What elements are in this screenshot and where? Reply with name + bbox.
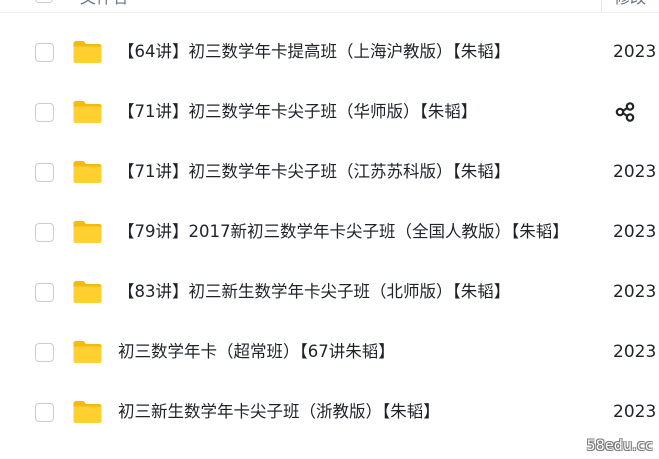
select-all-checkbox[interactable] <box>35 0 53 3</box>
file-modified-date: 2023 <box>613 42 657 62</box>
folder-icon <box>73 281 102 303</box>
row-checkbox[interactable] <box>35 223 54 242</box>
row-checkbox[interactable] <box>35 43 54 62</box>
folder-icon <box>73 101 102 123</box>
file-row[interactable]: 【79讲】2017新初三数学年卡尖子班（全国人教版）【朱韬】 2023 <box>0 202 659 262</box>
file-name[interactable]: 【64讲】初三数学年卡提高班（上海沪教版）【朱韬】 <box>118 41 586 63</box>
row-checkbox[interactable] <box>35 283 54 302</box>
row-checkbox[interactable] <box>35 403 54 422</box>
file-row[interactable]: 【71讲】初三数学年卡尖子班（江苏苏科版）【朱韬】 2023 <box>0 142 659 202</box>
file-row[interactable]: 【64讲】初三数学年卡提高班（上海沪教版）【朱韬】 2023 <box>0 22 659 82</box>
folder-icon <box>73 221 102 243</box>
column-header-modified[interactable]: 修改 <box>614 0 646 8</box>
file-modified-date: 2023 <box>613 402 657 422</box>
file-list-header: 文件名 修改 <box>0 0 659 13</box>
file-list: 【64讲】初三数学年卡提高班（上海沪教版）【朱韬】 2023 【71讲】初三数学… <box>0 22 659 442</box>
folder-icon <box>73 41 102 63</box>
file-modified-date: 2023 <box>613 342 657 362</box>
file-name[interactable]: 初三新生数学年卡尖子班（浙教版）【朱韬】 <box>118 401 586 423</box>
site-watermark: 58edu.cc <box>586 438 653 454</box>
file-name[interactable]: 初三数学年卡（超常班）【67讲朱韬】 <box>118 341 586 363</box>
column-divider[interactable] <box>601 0 602 12</box>
share-icon[interactable] <box>614 101 636 123</box>
file-modified-date: 2023 <box>613 282 657 302</box>
file-name[interactable]: 【83讲】初三新生数学年卡尖子班（北师版）【朱韬】 <box>118 281 586 303</box>
file-name[interactable]: 【71讲】初三数学年卡尖子班（江苏苏科版）【朱韬】 <box>118 161 586 183</box>
folder-icon <box>73 161 102 183</box>
file-name[interactable]: 【79讲】2017新初三数学年卡尖子班（全国人教版）【朱韬】 <box>118 221 586 243</box>
row-checkbox[interactable] <box>35 343 54 362</box>
file-name[interactable]: 【71讲】初三数学年卡尖子班（华师版）【朱韬】 <box>118 101 586 123</box>
row-checkbox[interactable] <box>35 103 54 122</box>
file-modified-date: 2023 <box>613 222 657 242</box>
file-modified-date: 2023 <box>613 162 657 182</box>
column-header-filename[interactable]: 文件名 <box>80 0 128 8</box>
folder-icon <box>73 341 102 363</box>
row-checkbox[interactable] <box>35 163 54 182</box>
file-row[interactable]: 【71讲】初三数学年卡尖子班（华师版）【朱韬】 <box>0 82 659 142</box>
file-row[interactable]: 初三新生数学年卡尖子班（浙教版）【朱韬】 2023 <box>0 382 659 442</box>
folder-icon <box>73 401 102 423</box>
file-row[interactable]: 【83讲】初三新生数学年卡尖子班（北师版）【朱韬】 2023 <box>0 262 659 322</box>
file-row[interactable]: 初三数学年卡（超常班）【67讲朱韬】 2023 <box>0 322 659 382</box>
